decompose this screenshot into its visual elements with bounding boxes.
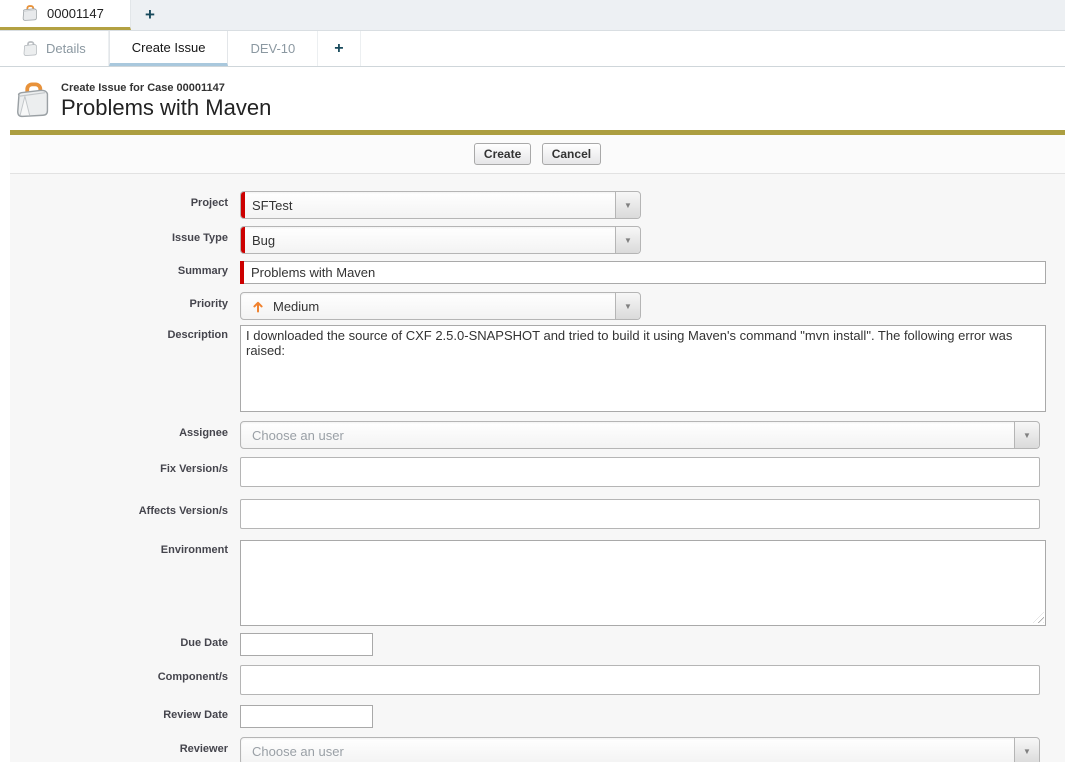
page-header: Create Issue for Case 00001147 Problems …	[0, 67, 1065, 130]
components-label: Component/s	[10, 665, 240, 683]
fix-versions-label: Fix Version/s	[10, 457, 240, 475]
tab-details[interactable]: Details	[0, 31, 109, 66]
environment-textarea[interactable]	[240, 540, 1046, 626]
plus-icon: +	[334, 40, 343, 58]
required-marker	[241, 227, 245, 253]
form-toolbar: Create Cancel	[10, 135, 1065, 174]
workspace-tab-bar: 00001147 +	[0, 0, 1065, 31]
add-sub-tab-button[interactable]: +	[318, 31, 360, 66]
due-date-input[interactable]	[240, 633, 373, 656]
reviewer-placeholder: Choose an user	[252, 744, 344, 759]
page-context: Create Issue for Case 00001147	[61, 82, 271, 94]
chevron-down-icon[interactable]: ▼	[1014, 422, 1039, 448]
cancel-button[interactable]: Cancel	[542, 143, 601, 165]
due-date-label: Due Date	[10, 633, 240, 649]
assignee-select[interactable]: Choose an user ▼	[240, 421, 1040, 449]
priority-select[interactable]: Medium ▼	[240, 292, 641, 320]
tab-create-issue[interactable]: Create Issue	[109, 31, 229, 66]
add-workspace-tab-button[interactable]: +	[131, 0, 169, 30]
page-title: Problems with Maven	[61, 95, 271, 121]
priority-value: Medium	[273, 299, 319, 314]
required-marker	[241, 192, 245, 218]
review-date-label: Review Date	[10, 705, 240, 721]
issue-type-label: Issue Type	[10, 226, 240, 244]
reviewer-select[interactable]: Choose an user ▼	[240, 737, 1040, 762]
summary-label: Summary	[10, 261, 240, 277]
case-icon	[13, 82, 51, 120]
fix-versions-field[interactable]	[240, 457, 1040, 487]
issue-type-value: Bug	[252, 233, 275, 248]
review-date-input[interactable]	[240, 705, 373, 728]
description-textarea[interactable]: I downloaded the source of CXF 2.5.0-SNA…	[240, 325, 1046, 412]
chevron-down-icon[interactable]: ▼	[1014, 738, 1039, 762]
create-button[interactable]: Create	[474, 143, 531, 165]
workspace-tab-label: 00001147	[47, 6, 104, 21]
affects-versions-field[interactable]	[240, 499, 1040, 529]
chevron-down-icon[interactable]: ▼	[615, 192, 640, 218]
affects-versions-label: Affects Version/s	[10, 499, 240, 517]
priority-up-arrow-icon	[252, 300, 264, 313]
project-label: Project	[10, 191, 240, 209]
create-issue-form: Project SFTest ▼ Issue Type Bug ▼	[10, 174, 1065, 762]
priority-label: Priority	[10, 292, 240, 310]
tab-details-label: Details	[46, 41, 86, 56]
issue-type-select[interactable]: Bug ▼	[240, 226, 641, 254]
tab-create-issue-label: Create Issue	[132, 40, 206, 55]
assignee-placeholder: Choose an user	[252, 428, 344, 443]
workspace-tab-case[interactable]: 00001147	[0, 0, 131, 30]
tab-dev-10-label: DEV-10	[250, 41, 295, 56]
project-select[interactable]: SFTest ▼	[240, 191, 641, 219]
plus-icon: +	[145, 5, 155, 25]
create-issue-section: Create Cancel Project SFTest ▼ Issue Typ…	[10, 130, 1065, 762]
description-label: Description	[10, 325, 240, 341]
components-field[interactable]	[240, 665, 1040, 695]
environment-label: Environment	[10, 540, 240, 556]
chevron-down-icon[interactable]: ▼	[615, 293, 640, 319]
chevron-down-icon[interactable]: ▼	[615, 227, 640, 253]
sub-tab-bar: Details Create Issue DEV-10 +	[0, 31, 1065, 67]
case-icon	[21, 5, 38, 22]
required-marker	[240, 261, 244, 284]
case-icon	[22, 41, 38, 57]
reviewer-label: Reviewer	[10, 737, 240, 755]
project-value: SFTest	[252, 198, 292, 213]
assignee-label: Assignee	[10, 421, 240, 439]
summary-input[interactable]	[240, 261, 1046, 284]
tab-dev-10[interactable]: DEV-10	[228, 31, 318, 66]
